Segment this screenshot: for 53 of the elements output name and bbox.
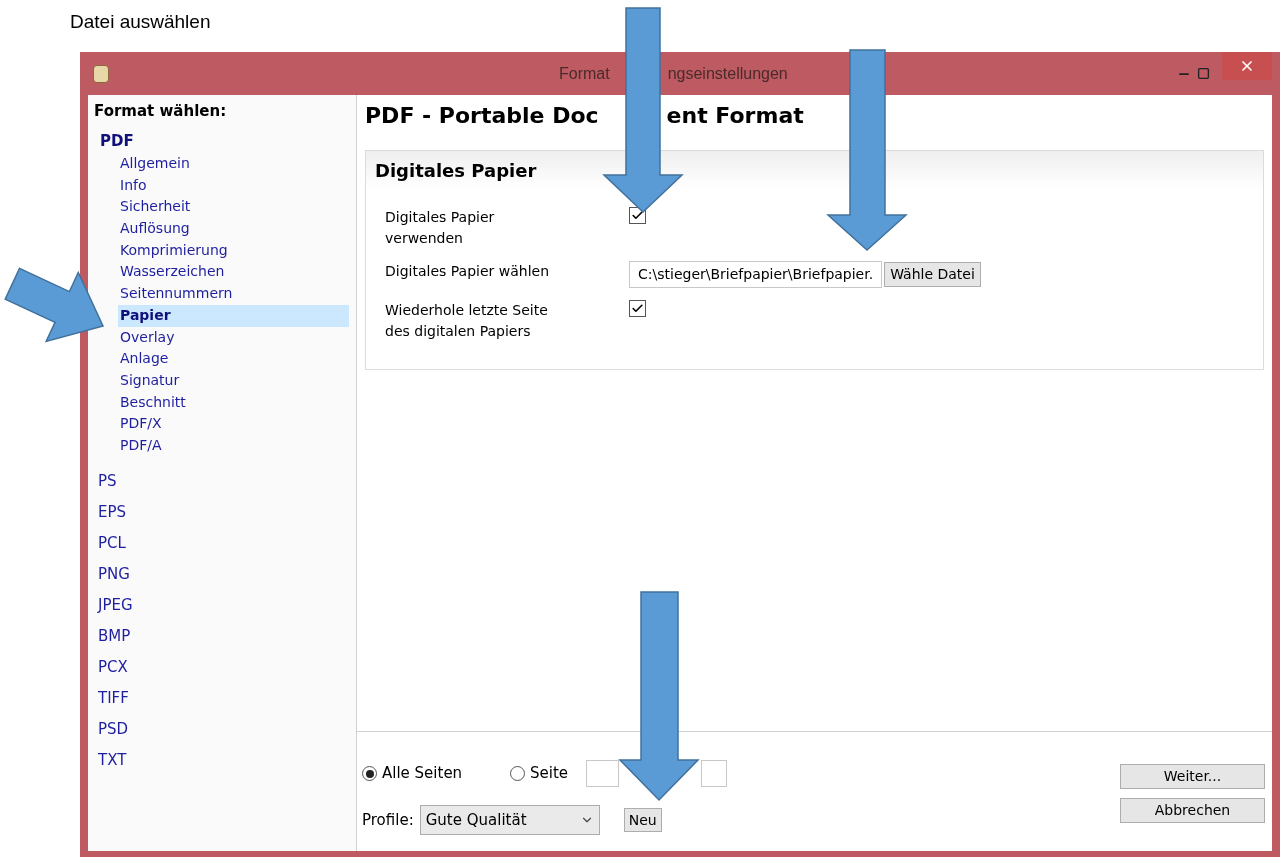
radio-option[interactable]: Alle Seiten — [362, 762, 505, 785]
page-to-field[interactable] — [701, 760, 727, 787]
format-item[interactable]: PSD — [94, 716, 137, 748]
app-icon — [93, 64, 109, 83]
format-item[interactable]: PCL — [94, 530, 134, 562]
format-option[interactable]: Seitennummern — [118, 283, 349, 305]
check-icon — [631, 302, 644, 315]
field-label: Digitales Papier wählen — [385, 262, 551, 281]
format-option[interactable]: PDF/X — [118, 413, 349, 435]
format-item[interactable]: PCX — [94, 654, 136, 686]
sidebar-heading: Format wählen: — [94, 101, 228, 122]
format-item[interactable]: TIFF — [94, 685, 137, 717]
format-option[interactable]: Komprimierung — [118, 239, 349, 262]
checkbox[interactable] — [629, 300, 646, 317]
field-label: Digitales Papier verwenden — [385, 208, 496, 248]
format-item[interactable]: JPEG — [94, 592, 141, 624]
format-option[interactable]: Signatur — [118, 369, 349, 392]
format-item[interactable]: PS — [94, 468, 125, 500]
format-option[interactable]: Papier — [118, 304, 349, 327]
caption: Datei auswählen — [70, 11, 211, 32]
format-item[interactable]: EPS — [94, 499, 135, 531]
window-title: ngseinstellungen — [667, 63, 788, 84]
dialog-button[interactable]: Abbrechen — [1120, 798, 1265, 823]
choose-file-button[interactable]: Wähle Datei — [884, 262, 981, 287]
profile-label: Profile: — [362, 809, 414, 831]
page-heading: PDF - Portable Doc — [365, 101, 599, 130]
format-option[interactable]: Beschnitt — [118, 391, 349, 414]
format-item[interactable]: BMP — [94, 623, 139, 655]
dialog-button[interactable]: Weiter... — [1120, 764, 1265, 789]
profile-dropdown[interactable]: Gute Qualität — [419, 805, 600, 835]
new-button[interactable]: Neu — [623, 808, 662, 832]
file-path-field[interactable]: C:\stieger\Briefpapier\Briefpapier. — [629, 261, 883, 288]
format-option[interactable]: Sicherheit — [118, 196, 349, 219]
format-option[interactable]: Overlay — [118, 326, 349, 349]
format-option[interactable]: Anlage — [118, 348, 349, 370]
format-item[interactable]: PDF — [94, 129, 142, 153]
format-option[interactable]: Allgemein — [118, 153, 349, 175]
page-from-field[interactable] — [586, 760, 619, 787]
format-option[interactable]: Info — [118, 174, 349, 197]
close-icon — [1239, 58, 1255, 74]
maximize-icon[interactable] — [1197, 67, 1210, 80]
format-option[interactable]: Auflösung — [118, 218, 349, 240]
radio-option[interactable]: Seite — [510, 762, 581, 785]
page-heading: ent Format — [666, 101, 804, 130]
format-option[interactable]: Wasserzeichen — [118, 261, 349, 284]
window-title: Format — [559, 63, 610, 84]
format-option[interactable]: PDF/A — [118, 434, 349, 457]
close-button[interactable] — [1222, 52, 1272, 80]
check-icon — [631, 209, 644, 222]
field-label: Wiederhole letzte Seite des digitalen Papiers — [385, 301, 549, 341]
format-item[interactable]: PNG — [94, 561, 138, 593]
group-title: Digitales Papier — [375, 158, 537, 183]
format-item[interactable]: TXT — [94, 747, 135, 779]
